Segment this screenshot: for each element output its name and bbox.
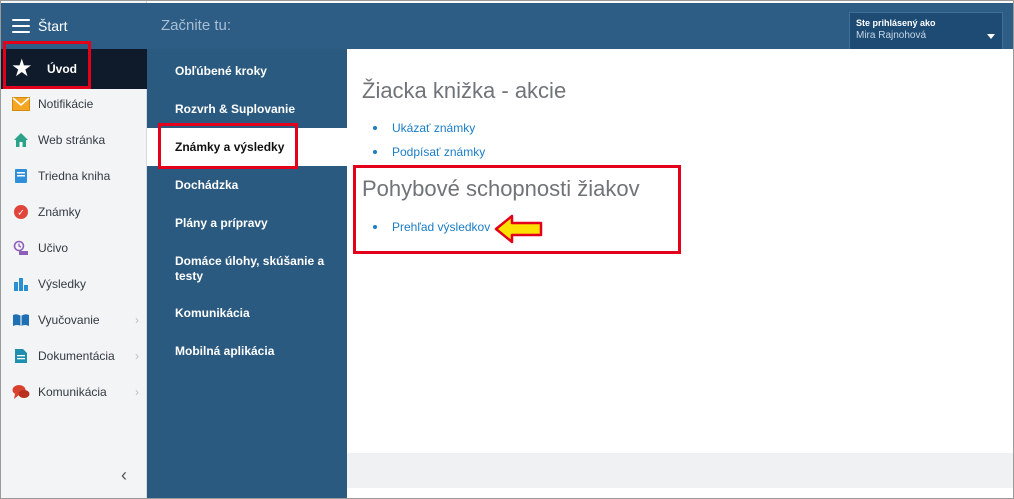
- sidebar-item-label: Komunikácia: [38, 385, 107, 399]
- sidebar-item-label: Učivo: [38, 241, 69, 255]
- submenu-item-komunikacia[interactable]: Komunikácia: [147, 306, 347, 321]
- sidebar-item-triedna-kniha[interactable]: Triedna kniha: [1, 158, 147, 194]
- collapse-sidebar-icon[interactable]: ‹: [121, 465, 127, 486]
- content-footer: [347, 453, 1013, 488]
- sidebar-item-label: Výsledky: [38, 277, 87, 291]
- sidebar-item-label: Známky: [38, 205, 81, 219]
- link-ukazat-znamky[interactable]: Ukázať známky: [392, 121, 475, 135]
- svg-text:✓: ✓: [17, 209, 25, 219]
- hamburger-menu-icon[interactable]: [12, 19, 30, 33]
- sidebar-item-web-stranka[interactable]: Web stránka: [1, 122, 147, 158]
- sidebar-item-label: Vyučovanie: [38, 313, 100, 327]
- submenu-item-oblubene-kroky[interactable]: Obľúbené kroky: [147, 64, 347, 79]
- chat-icon: [12, 384, 30, 400]
- submenu-item-domace-ulohy[interactable]: Domáce úlohy, skúšanie a testy: [147, 254, 327, 284]
- page-title: Začnite tu:: [161, 17, 232, 34]
- caret-down-icon: [987, 34, 995, 39]
- sidebar-item-label: Triedna kniha: [38, 169, 111, 183]
- grade-badge-icon: ✓: [12, 204, 30, 220]
- submenu-item-mobilna-aplikacia[interactable]: Mobilná aplikácia: [147, 344, 347, 359]
- sidebar-item-label: Web stránka: [38, 133, 106, 147]
- submenu: Obľúbené kroky Rozvrh & Suplovanie Známk…: [147, 49, 347, 498]
- content-underlay: [347, 488, 1013, 498]
- bullet: [373, 150, 377, 154]
- arrow-left-icon: [494, 214, 543, 244]
- chevron-right-icon: ›: [135, 313, 139, 327]
- sidebar-item-vyucovanie[interactable]: Vyučovanie ›: [1, 302, 147, 338]
- highlight-box-znamky-a-vysledky: [158, 123, 298, 169]
- home-icon: [12, 132, 30, 148]
- sidebar-item-notifikacie[interactable]: Notifikácie: [1, 86, 147, 122]
- link-podpisat-znamky[interactable]: Podpísať známky: [392, 145, 485, 159]
- user-name: Mira Rajnohová: [856, 30, 927, 41]
- logged-in-label: Ste prihlásený ako: [856, 18, 936, 28]
- app-window: Štart ★ Úvod Notifikácie Web stránka Tri…: [0, 0, 1014, 499]
- sidebar-item-znamky[interactable]: ✓ Známky: [1, 194, 147, 230]
- user-dropdown[interactable]: Ste prihlásený ako Mira Rajnohová: [849, 12, 1003, 50]
- list-item: Ukázať známky: [373, 121, 475, 135]
- chevron-right-icon: ›: [135, 385, 139, 399]
- open-book-icon: [12, 312, 30, 328]
- submenu-item-plany[interactable]: Plány a prípravy: [147, 216, 347, 231]
- bullet: [373, 126, 377, 130]
- sidebar-nav: Notifikácie Web stránka Triedna kniha ✓ …: [1, 86, 147, 410]
- sidebar-item-komunikacia[interactable]: Komunikácia ›: [1, 374, 147, 410]
- submenu-item-rozvrh[interactable]: Rozvrh & Suplovanie: [147, 102, 347, 117]
- book-icon: [12, 168, 30, 184]
- document-icon: [12, 348, 30, 364]
- top-bar: Začnite tu: Ste prihlásený ako Mira Rajn…: [147, 3, 1013, 50]
- sidebar-item-vysledky[interactable]: Výsledky: [1, 266, 147, 302]
- envelope-icon: [12, 96, 30, 112]
- list-item: Podpísať známky: [373, 145, 485, 159]
- sidebar-item-dokumentacia[interactable]: Dokumentácia ›: [1, 338, 147, 374]
- sidebar-item-ucivo[interactable]: Učivo: [1, 230, 147, 266]
- start-label: Štart: [38, 18, 68, 34]
- sidebar-item-label: Dokumentácia: [38, 349, 115, 363]
- submenu-item-dochadzka[interactable]: Dochádzka: [147, 178, 347, 193]
- chevron-right-icon: ›: [135, 349, 139, 363]
- curriculum-icon: [12, 240, 30, 256]
- section-title-ziacka-knizka: Žiacka knižka - akcie: [362, 78, 567, 103]
- bar-chart-icon: [12, 276, 30, 292]
- highlight-box-uvod: [3, 41, 91, 89]
- sidebar-item-label: Notifikácie: [38, 97, 94, 111]
